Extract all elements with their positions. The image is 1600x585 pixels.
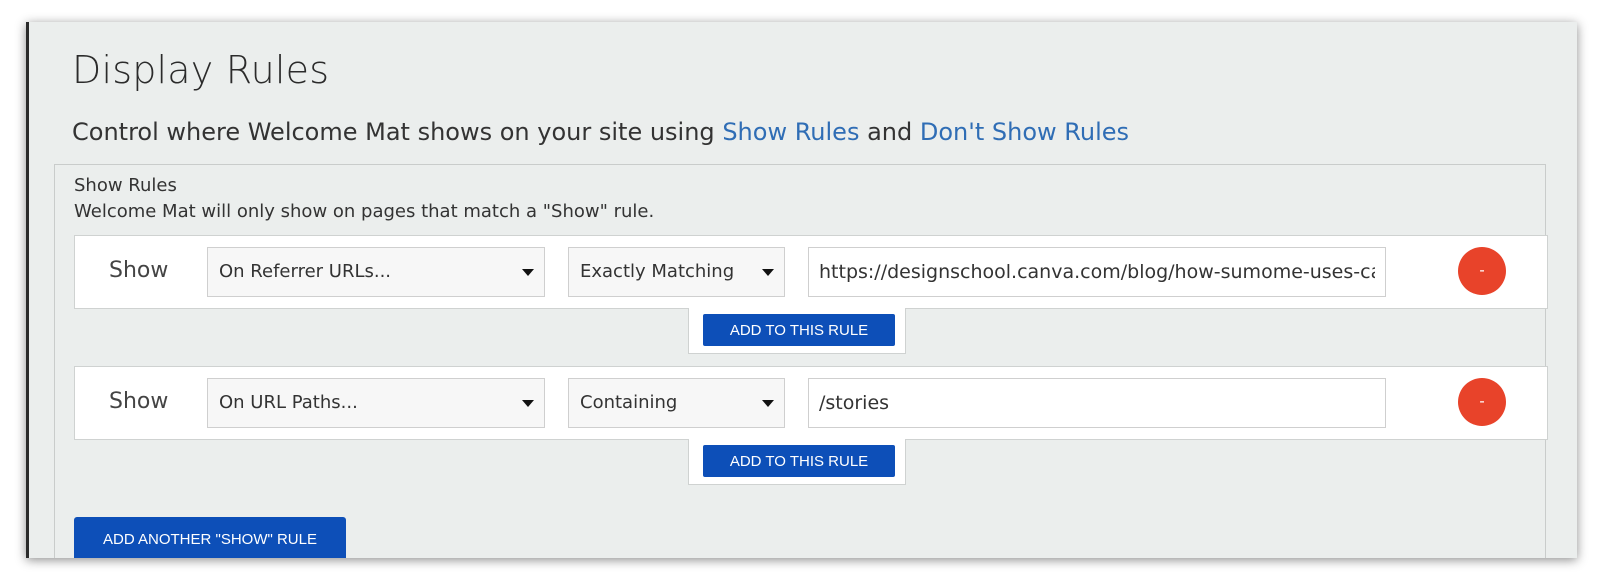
show-rules-link[interactable]: Show Rules [722,118,859,146]
rule-target-value: On URL Paths... [219,392,358,413]
page-subtitle: Control where Welcome Mat shows on your … [72,118,1129,146]
section-description: Welcome Mat will only show on pages that… [74,201,655,222]
rule-target-select[interactable]: On Referrer URLs... [207,247,545,297]
chevron-down-icon [762,400,774,407]
dont-show-rules-link[interactable]: Don't Show Rules [920,118,1129,146]
subtitle-text: Control where Welcome Mat shows on your … [72,118,715,146]
rule-show-label: Show [109,258,169,283]
rule-condition-select[interactable]: Containing [568,378,785,428]
subtitle-and: and [867,118,913,146]
add-to-rule-tab: ADD TO THIS RULE [688,308,906,354]
rule-value-input[interactable] [808,247,1386,297]
remove-rule-button[interactable]: - [1458,247,1506,295]
rule-target-value: On Referrer URLs... [219,261,392,282]
add-to-rule-button[interactable]: ADD TO THIS RULE [703,314,895,346]
display-rules-window: Display Rules Control where Welcome Mat … [26,22,1577,558]
page-title: Display Rules [72,48,330,92]
rule-value-input[interactable] [808,378,1386,428]
rule-condition-select[interactable]: Exactly Matching [568,247,785,297]
rule-target-select[interactable]: On URL Paths... [207,378,545,428]
add-another-show-rule-button[interactable]: ADD ANOTHER "SHOW" RULE [74,517,346,558]
add-to-rule-button[interactable]: ADD TO THIS RULE [703,445,895,477]
chevron-down-icon [522,269,534,276]
remove-rule-button[interactable]: - [1458,378,1506,426]
chevron-down-icon [522,400,534,407]
rule-condition-value: Exactly Matching [580,261,735,282]
rule-row: Show On URL Paths... Containing - [74,366,1548,440]
rule-condition-value: Containing [580,392,678,413]
side-accent-bar [26,332,29,482]
rule-row: Show On Referrer URLs... Exactly Matchin… [74,235,1548,309]
add-to-rule-tab: ADD TO THIS RULE [688,439,906,485]
show-rules-panel: Show Rules Welcome Mat will only show on… [54,164,1548,558]
rule-show-label: Show [109,389,169,414]
section-title: Show Rules [74,175,177,196]
chevron-down-icon [762,269,774,276]
